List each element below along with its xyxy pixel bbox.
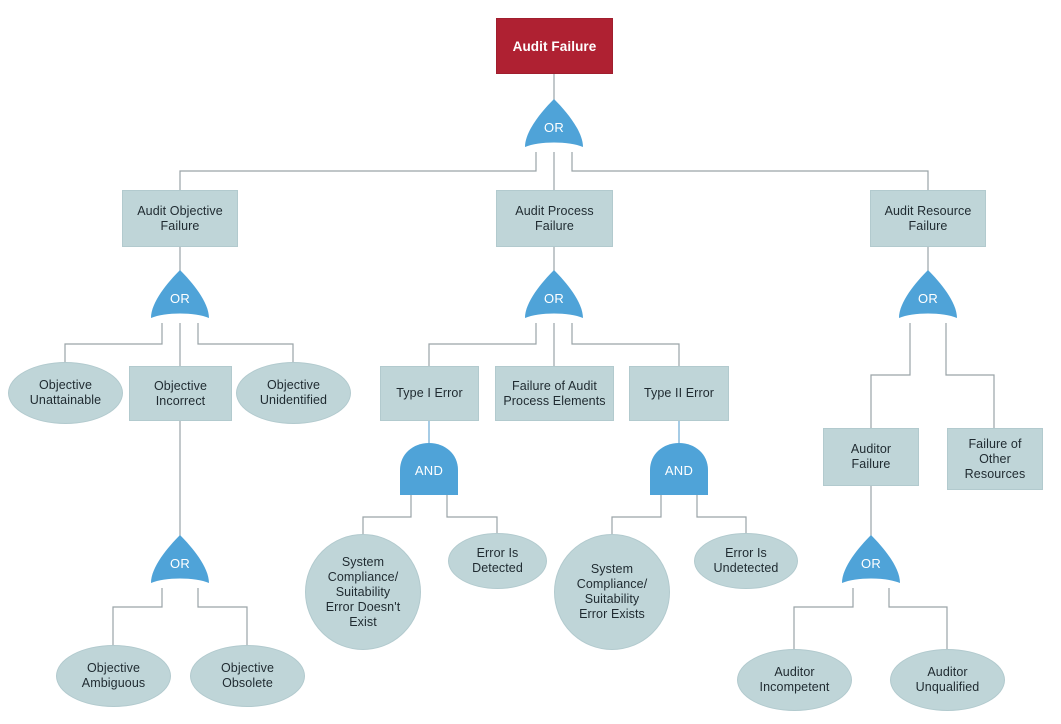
edge-gateres-right xyxy=(945,323,995,428)
node-objective-obsolete[interactable]: Objective Obsolete xyxy=(190,645,305,707)
gate-type-ii-and[interactable]: AND xyxy=(649,442,709,496)
gate-type-i-and[interactable]: AND xyxy=(399,442,459,496)
node-label: Audit Objective Failure xyxy=(137,203,223,233)
node-label: Audit Resource Failure xyxy=(884,203,972,233)
node-auditor-incompetent[interactable]: Auditor Incompetent xyxy=(737,649,852,711)
node-label: Objective Unidentified xyxy=(259,378,328,407)
node-label: Auditor Unqualified xyxy=(915,665,980,694)
edge-gatetypeii-right xyxy=(696,495,747,533)
edge-gateproc-right xyxy=(571,323,680,366)
edge-gateobj-right xyxy=(197,323,294,362)
node-label: Objective Unattainable xyxy=(29,378,102,407)
node-label: Audit Process Failure xyxy=(515,203,594,233)
node-label: System Compliance/ Suitability Error Doe… xyxy=(325,554,401,629)
node-type-i-error[interactable]: Type I Error xyxy=(380,366,479,421)
node-label: Failure of Other Resources xyxy=(964,436,1026,481)
node-failure-of-audit-process-elements[interactable]: Failure of Audit Process Elements xyxy=(495,366,614,421)
edge-gateoi-right xyxy=(197,588,248,645)
node-label: Failure of Audit Process Elements xyxy=(503,378,606,408)
node-label: Type I Error xyxy=(396,386,463,400)
edge-gateproc-left xyxy=(428,323,537,366)
node-type-ii-error[interactable]: Type II Error xyxy=(629,366,729,421)
or-gate-shape xyxy=(899,270,957,318)
gate-objective-or[interactable]: OR xyxy=(150,269,210,324)
node-auditor-failure[interactable]: Auditor Failure xyxy=(823,428,919,486)
node-audit-resource-failure[interactable]: Audit Resource Failure xyxy=(870,190,986,247)
gate-objective-incorrect-or[interactable]: OR xyxy=(150,534,210,589)
edge-gatetypei-left xyxy=(362,495,412,534)
edge-gatetop-right xyxy=(571,152,929,190)
node-system-compliance-error-exists[interactable]: System Compliance/ Suitability Error Exi… xyxy=(554,534,670,650)
node-label: Type II Error xyxy=(643,386,715,400)
node-label: Objective Ambiguous xyxy=(81,661,146,690)
gate-auditor-or[interactable]: OR xyxy=(841,534,901,589)
and-gate-shape xyxy=(400,443,458,495)
node-objective-incorrect[interactable]: Objective Incorrect xyxy=(129,366,232,421)
node-label: Auditor Incompetent xyxy=(759,665,830,694)
node-label: Error Is Detected xyxy=(472,546,523,575)
node-label: Objective Incorrect xyxy=(153,378,207,408)
edge-gatetop-left xyxy=(179,152,537,190)
fault-tree-canvas: Audit Failure OR OR OR OR OR AND AND OR … xyxy=(0,0,1061,724)
or-gate-shape xyxy=(151,535,209,583)
node-audit-process-failure[interactable]: Audit Process Failure xyxy=(496,190,613,247)
gate-top-or[interactable]: OR xyxy=(524,98,584,153)
or-gate-shape xyxy=(525,270,583,318)
node-top-event[interactable]: Audit Failure xyxy=(496,18,613,74)
node-objective-unattainable[interactable]: Objective Unattainable xyxy=(8,362,123,424)
or-gate-shape xyxy=(151,270,209,318)
node-label: System Compliance/ Suitability Error Exi… xyxy=(576,562,648,621)
gate-resource-or[interactable]: OR xyxy=(898,269,958,324)
node-label: Error Is Undetected xyxy=(713,546,779,575)
node-label: Audit Failure xyxy=(512,38,597,54)
or-gate-shape xyxy=(525,99,583,147)
and-gate-shape xyxy=(650,443,708,495)
node-objective-unidentified[interactable]: Objective Unidentified xyxy=(236,362,351,424)
edge-gateoi-left xyxy=(112,588,163,645)
edge-gatetypei-right xyxy=(446,495,498,533)
node-audit-objective-failure[interactable]: Audit Objective Failure xyxy=(122,190,238,247)
edge-gateauditor-left xyxy=(793,588,854,649)
node-label: Auditor Failure xyxy=(850,442,892,471)
node-system-compliance-error-not-exist[interactable]: System Compliance/ Suitability Error Doe… xyxy=(305,534,421,650)
node-error-is-undetected[interactable]: Error Is Undetected xyxy=(694,533,798,589)
edge-gateauditor-right xyxy=(888,588,948,649)
node-auditor-unqualified[interactable]: Auditor Unqualified xyxy=(890,649,1005,711)
node-objective-ambiguous[interactable]: Objective Ambiguous xyxy=(56,645,171,707)
node-failure-of-other-resources[interactable]: Failure of Other Resources xyxy=(947,428,1043,490)
or-gate-shape xyxy=(842,535,900,583)
edge-gatetypeii-left xyxy=(611,495,662,534)
node-error-is-detected[interactable]: Error Is Detected xyxy=(448,533,547,589)
edge-gateobj-left xyxy=(64,323,163,362)
node-label: Objective Obsolete xyxy=(220,661,274,690)
edge-gateres-left xyxy=(870,323,911,428)
gate-process-or[interactable]: OR xyxy=(524,269,584,324)
